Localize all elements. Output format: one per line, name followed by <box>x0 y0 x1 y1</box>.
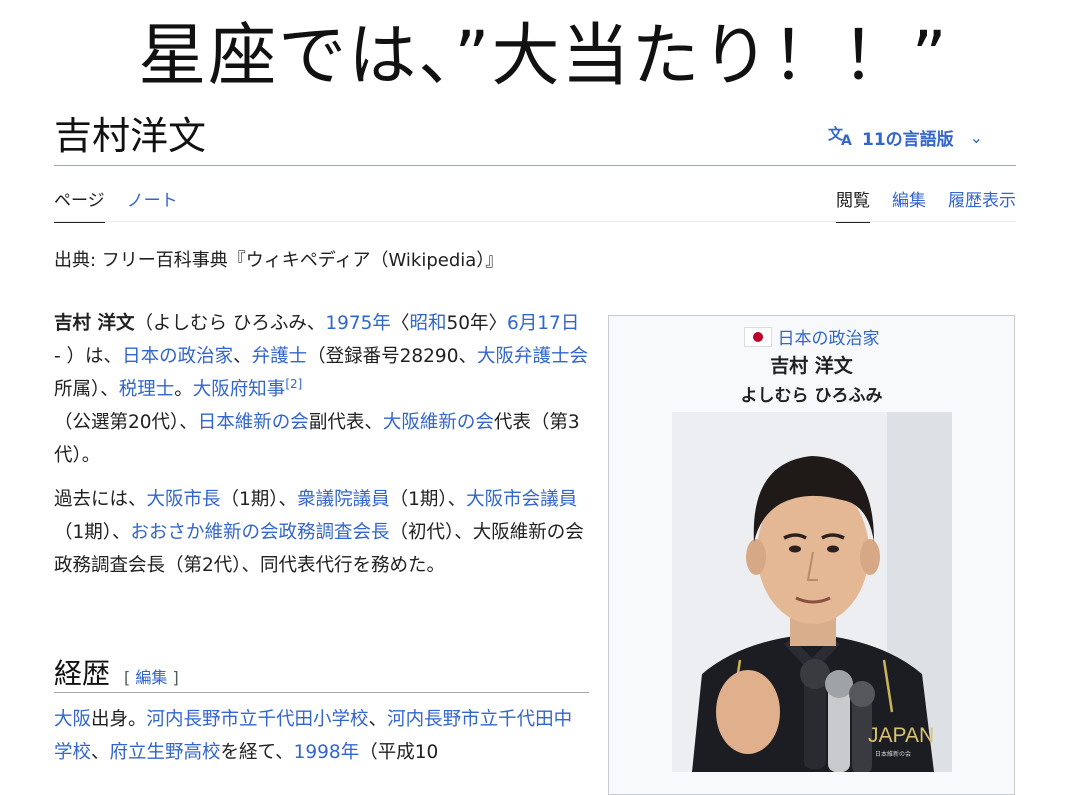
tab-page[interactable]: ページ <box>54 186 105 223</box>
link-high-school[interactable]: 府立生野高校 <box>110 742 221 763</box>
text: 、 <box>233 346 252 367</box>
link-lawyer[interactable]: 弁護士 <box>252 346 308 367</box>
portrait-photo[interactable]: JAPAN 日本維新の会 <box>672 412 952 772</box>
intro-paragraph: 吉村 洋文（よしむら ひろふみ、1975年〈昭和50年〉6月17日 - ）は、日… <box>54 307 589 472</box>
page-title: 吉村洋文 <box>54 114 207 158</box>
section-edit: [ 編集 ] <box>124 668 179 687</box>
view-tabs: 閲覧 編集 履歴表示 <box>836 186 1016 223</box>
link-bar-association[interactable]: 大阪弁護士会 <box>477 346 588 367</box>
link-year[interactable]: 1975年 <box>325 313 391 334</box>
infobox-category: 日本の政治家 <box>609 324 1014 349</box>
link-policy-chair[interactable]: おおさか維新の会政務調査会長 <box>131 522 390 543</box>
text: - ）は、 <box>54 346 123 367</box>
shirt-logo-text: JAPAN <box>868 724 934 747</box>
section-edit-link[interactable]: 編集 <box>135 668 167 687</box>
bracket: ] <box>167 668 179 687</box>
link-ishin-party[interactable]: 日本維新の会 <box>198 412 309 433</box>
tab-history[interactable]: 履歴表示 <box>948 186 1016 223</box>
bracket: [ <box>124 668 136 687</box>
link-house-of-representatives[interactable]: 衆議院議員 <box>297 489 390 510</box>
tabs-divider <box>54 221 1016 222</box>
section-career-heading: 経歴 [ 編集 ] <box>54 652 589 693</box>
namespace-tabs: ページ ノート <box>54 186 178 223</box>
portrait-illustration: JAPAN 日本維新の会 <box>672 412 952 772</box>
text: 出身。 <box>91 709 147 730</box>
tab-talk[interactable]: ノート <box>127 186 178 223</box>
source-line: 出典: フリー百科事典『ウィキペディア（Wikipedia）』 <box>54 250 504 271</box>
translate-icon: 文 A <box>828 124 854 151</box>
text: 、 <box>91 742 110 763</box>
text: （よしむら ひろふみ、 <box>134 313 326 334</box>
link-politician[interactable]: 日本の政治家 <box>122 346 233 367</box>
text: 50年〉 <box>446 313 508 334</box>
text: （登録番号28290、 <box>307 346 477 367</box>
text: 過去には、 <box>54 489 147 510</box>
shirt-subtext: 日本維新の会 <box>875 750 911 758</box>
text: 所属）、 <box>54 379 119 400</box>
text: （公選第20代）、 <box>54 412 198 433</box>
infobox-reading: よしむら ひろふみ <box>740 386 883 406</box>
text: （平成10 <box>359 742 439 763</box>
text: 〈 <box>390 313 410 334</box>
reference-link[interactable]: [2] <box>285 377 302 391</box>
text: （1期）、 <box>220 489 298 510</box>
subject-name: 吉村 洋文 <box>54 313 135 334</box>
link-osaka-ishin[interactable]: 大阪維新の会 <box>383 412 494 433</box>
language-count: 11の言語版 <box>862 130 954 150</box>
japan-flag-icon <box>743 327 772 347</box>
tab-read[interactable]: 閲覧 <box>836 186 870 223</box>
link-1998[interactable]: 1998年 <box>294 742 360 763</box>
slide-caption: 星座では、”大当たり！！” <box>138 17 949 96</box>
infobox-category-link[interactable]: 日本の政治家 <box>778 329 880 349</box>
link-birthday[interactable]: 6月17日 <box>507 313 579 334</box>
career-summary-paragraph: 過去には、大阪市長（1期）、衆議院議員（1期）、大阪市会議員（1期）、おおさか維… <box>54 483 589 582</box>
title-divider <box>54 165 1016 166</box>
section-title: 経歴 <box>54 657 111 690</box>
svg-text:A: A <box>841 133 852 146</box>
text: を経て、 <box>220 742 294 763</box>
link-mayor[interactable]: 大阪市長 <box>147 489 221 510</box>
link-era[interactable]: 昭和 <box>409 313 446 334</box>
link-tax-accountant[interactable]: 税理士 <box>119 379 175 400</box>
text: 、 <box>368 709 388 730</box>
language-button[interactable]: 文 A 11の言語版 ⌄ <box>828 124 983 151</box>
text: 。 <box>174 379 193 400</box>
infobox: 日本の政治家 吉村 洋文 よしむら ひろふみ JAPAN 日本維新の会 <box>608 315 1015 795</box>
career-paragraph: 大阪出身。河内長野市立千代田小学校、河内長野市立千代田中学校、府立生野高校を経て… <box>54 703 589 769</box>
link-elementary-school[interactable]: 河内長野市立千代田小学校 <box>147 709 369 730</box>
text: 副代表、 <box>308 412 383 433</box>
text: （1期）、 <box>54 522 131 543</box>
chevron-down-icon: ⌄ <box>969 128 984 147</box>
tab-edit[interactable]: 編集 <box>892 186 926 223</box>
infobox-name: 吉村 洋文 <box>770 355 853 377</box>
link-governor[interactable]: 大阪府知事 <box>193 379 286 400</box>
link-city-council[interactable]: 大阪市会議員 <box>466 489 577 510</box>
link-osaka[interactable]: 大阪 <box>54 709 91 730</box>
text: （1期）、 <box>389 489 467 510</box>
